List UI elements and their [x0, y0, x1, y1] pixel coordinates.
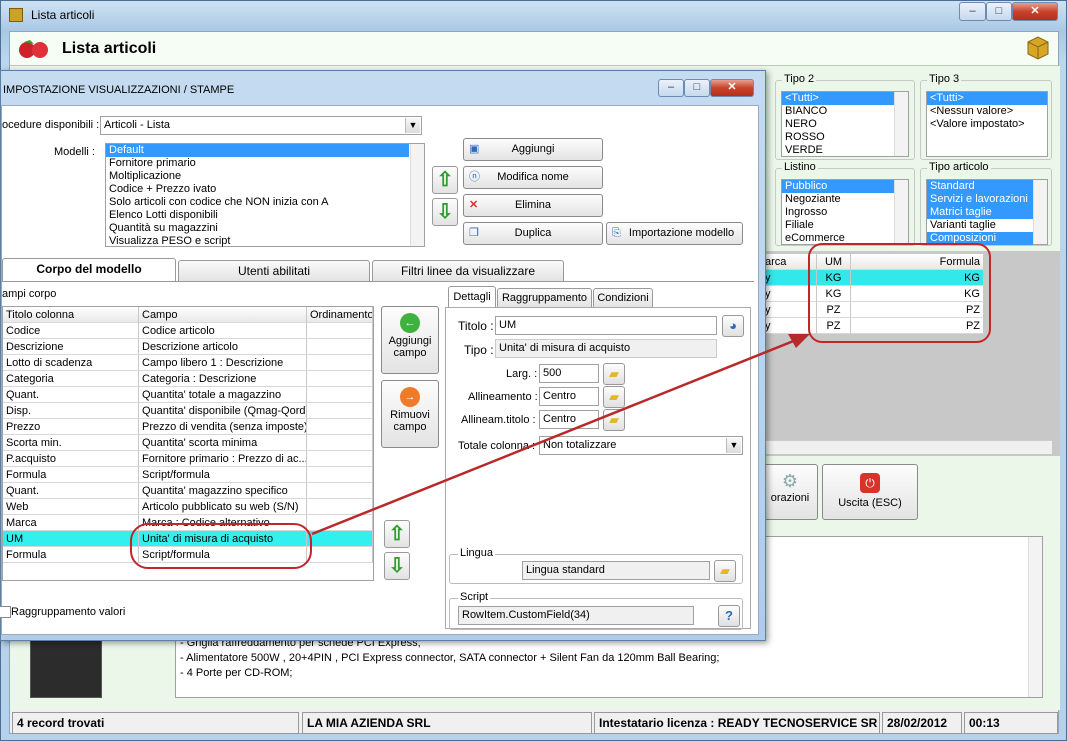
annotation-arrow [311, 334, 810, 536]
